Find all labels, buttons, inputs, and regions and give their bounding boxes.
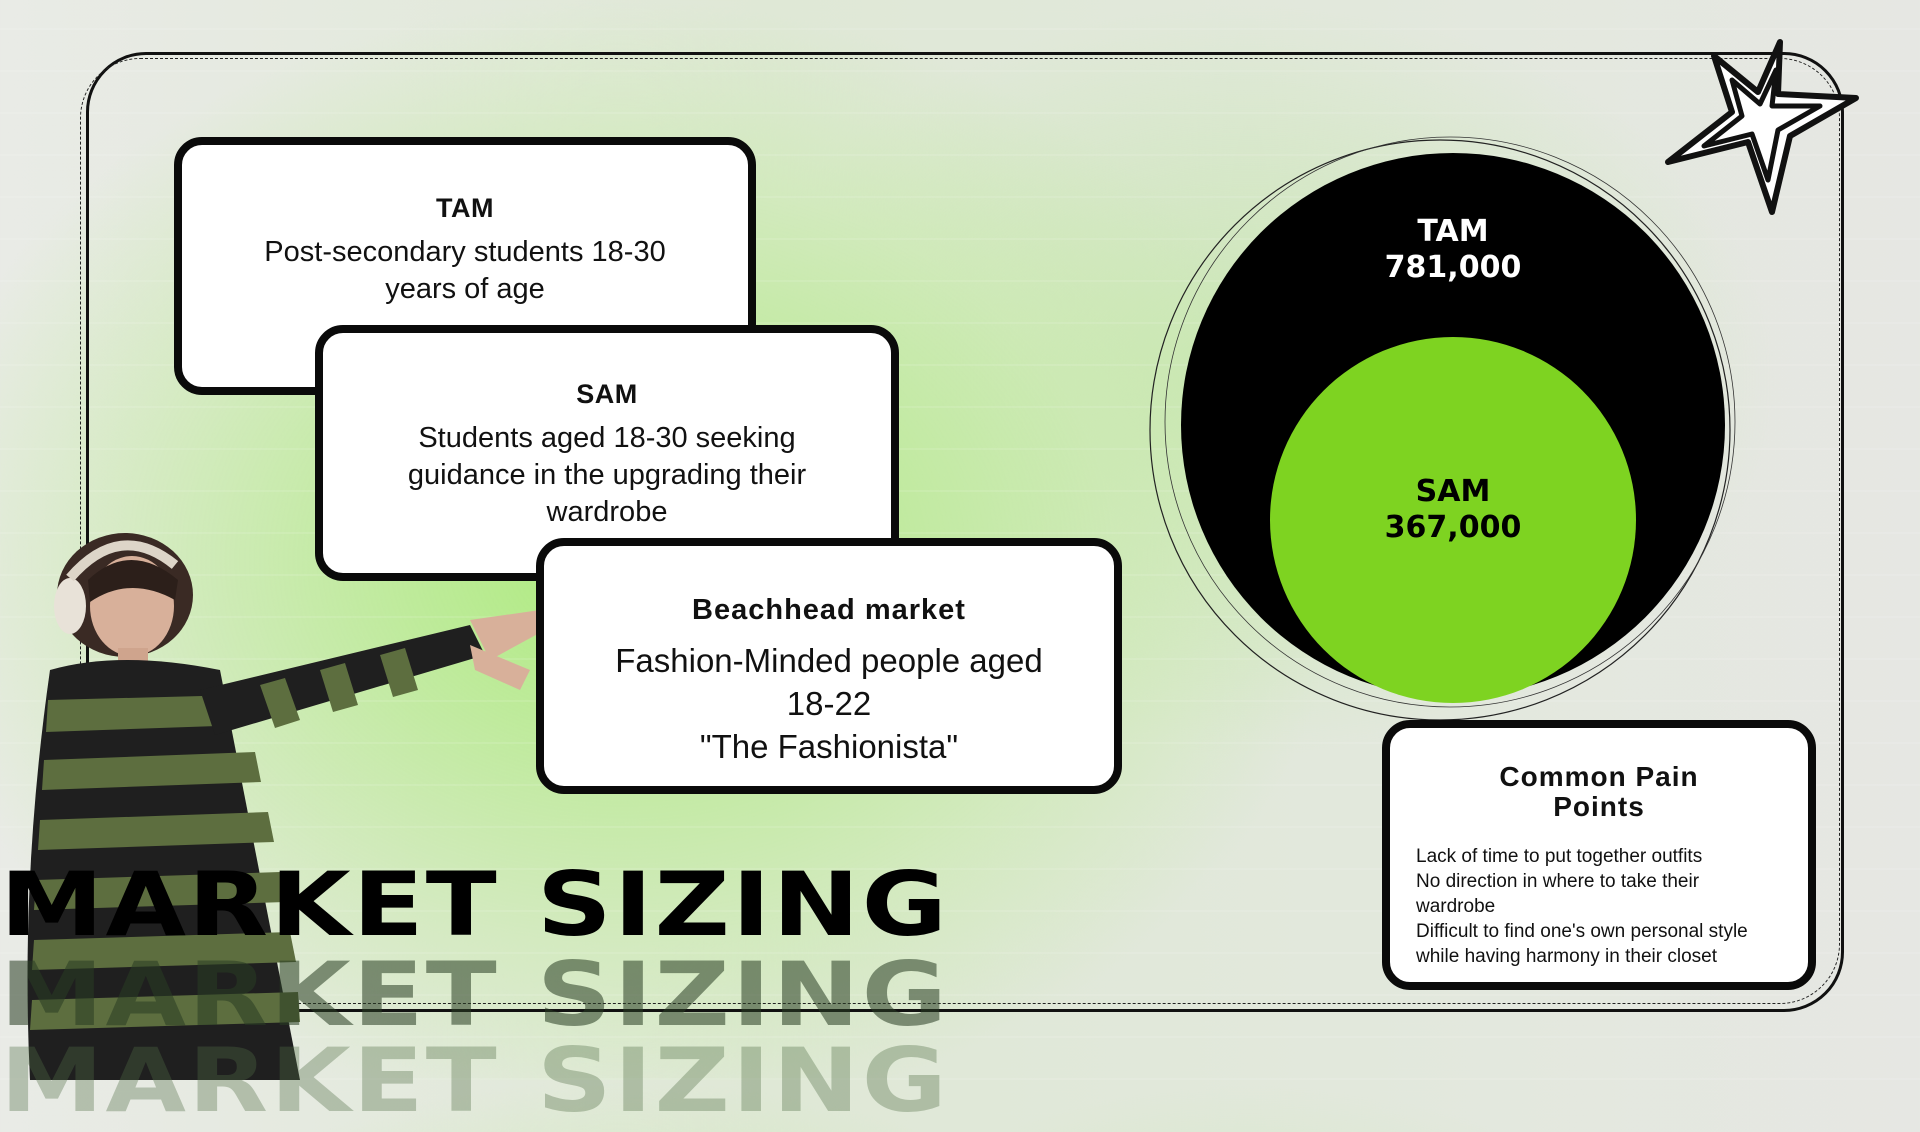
tam-circle-label: TAM 781,000 bbox=[1303, 214, 1603, 286]
pain-points-card: Common Pain Points Lack of time to put t… bbox=[1382, 720, 1816, 990]
beachhead-card-line2: 18-22 bbox=[786, 685, 872, 722]
sam-circle-title: SAM bbox=[1415, 474, 1491, 509]
market-circles bbox=[1149, 136, 1736, 720]
page-title-echo-faint: MARKET SIZING bbox=[0, 1028, 949, 1132]
beachhead-card-title: Beachhead market bbox=[692, 594, 966, 626]
sam-circle-value: 367,000 bbox=[1384, 510, 1522, 545]
tam-circle-title: TAM bbox=[1417, 214, 1489, 249]
page-title: MARKET SIZING bbox=[0, 852, 949, 957]
tam-card-text: Post-secondary students 18-30 years of a… bbox=[264, 236, 666, 305]
sam-circle-label: SAM 367,000 bbox=[1303, 474, 1603, 546]
pain-point-item: Difficult to find one's own personal sty… bbox=[1416, 921, 1748, 967]
beachhead-card: Beachhead market Fashion-Minded people a… bbox=[536, 538, 1122, 794]
tam-card-title: TAM bbox=[436, 193, 494, 223]
tam-circle-value: 781,000 bbox=[1384, 250, 1522, 285]
pain-points-title: Common Pain Points bbox=[1499, 761, 1699, 822]
beachhead-card-line3: "The Fashionista" bbox=[699, 728, 959, 765]
star-icon bbox=[1665, 39, 1859, 215]
page-title-echo: MARKET SIZING bbox=[0, 942, 949, 1047]
pain-point-item: Lack of time to put together outfits bbox=[1416, 846, 1703, 867]
pain-point-item: No direction in where to take their ward… bbox=[1416, 871, 1700, 917]
sam-card-text: Students aged 18-30 seeking guidance in … bbox=[407, 422, 807, 528]
sam-card-title: SAM bbox=[576, 379, 638, 409]
beachhead-card-line1: Fashion-Minded people aged bbox=[615, 642, 1043, 679]
